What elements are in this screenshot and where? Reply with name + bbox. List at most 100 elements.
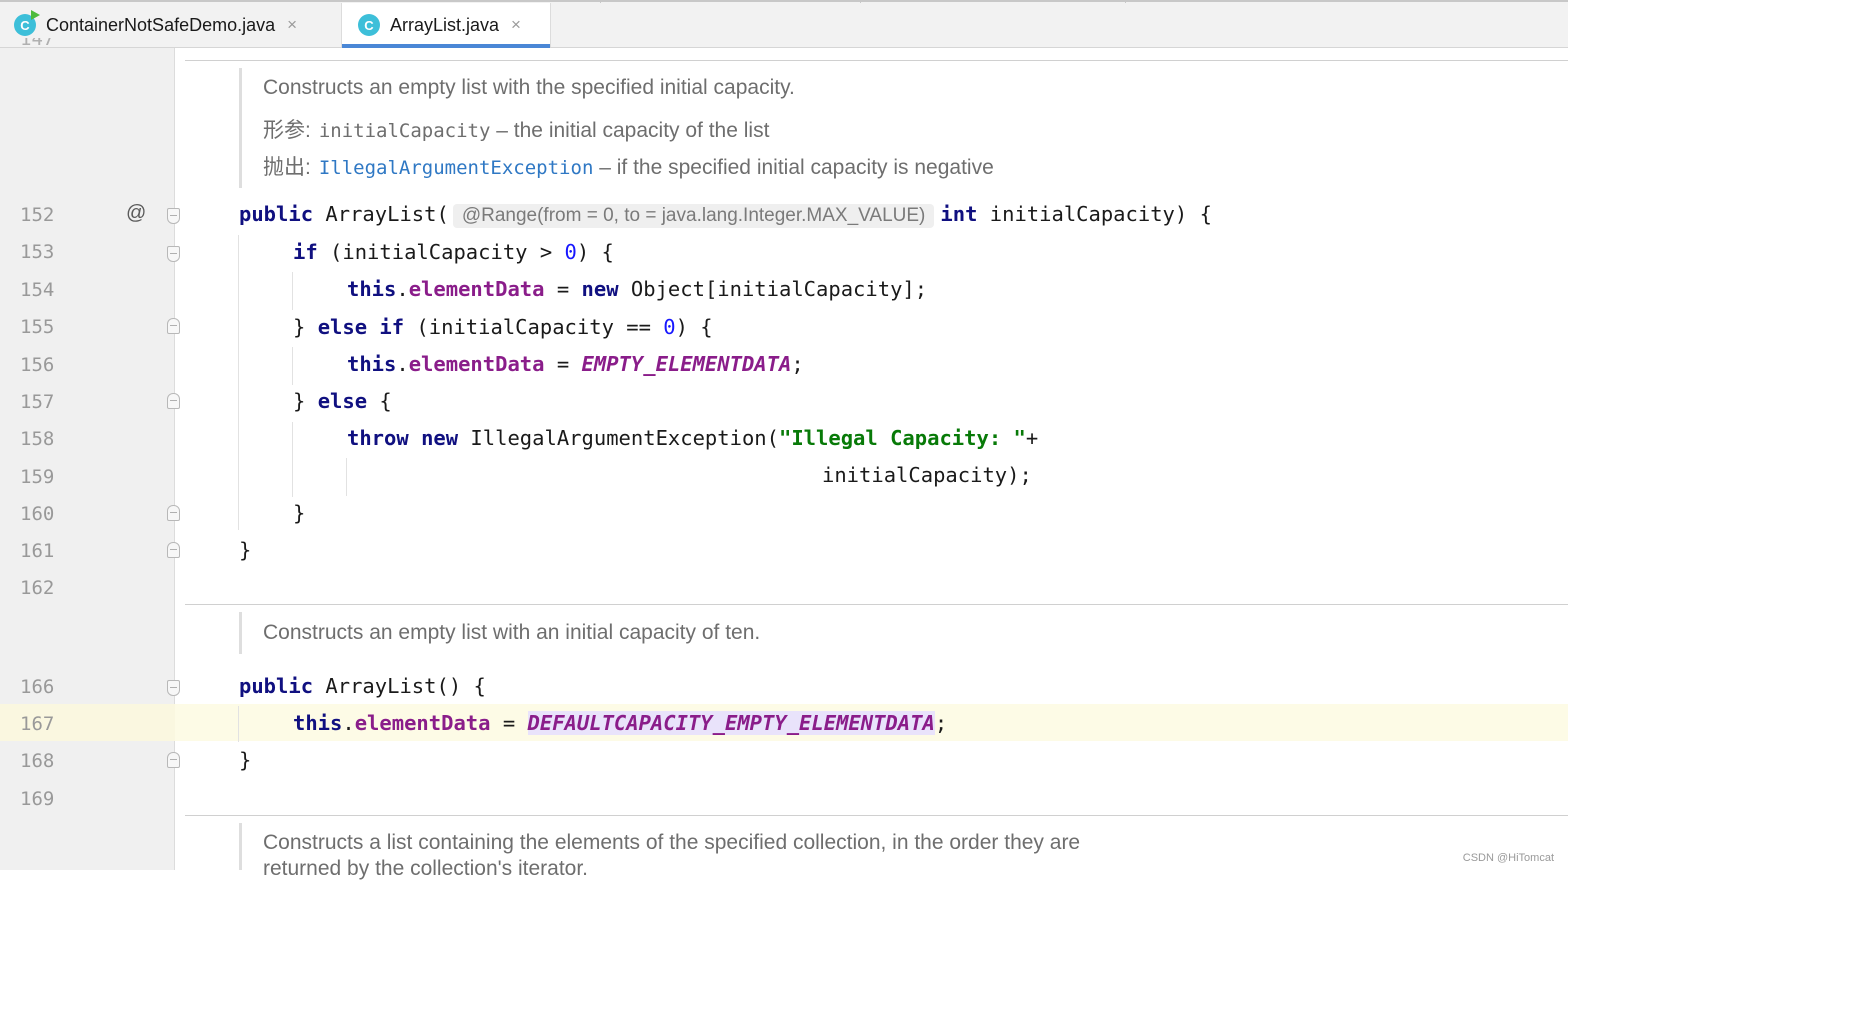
code-text: .	[396, 352, 409, 376]
code-text: }	[239, 538, 252, 562]
keyword: new	[581, 277, 619, 301]
code-line-158[interactable]: throw new IllegalArgumentException("Ille…	[347, 426, 1038, 450]
code-text: }	[293, 315, 318, 339]
code-text: (initialCapacity >	[317, 240, 565, 264]
throws-desc: – if the specified initial capacity is n…	[593, 156, 994, 179]
line-number: 159	[20, 466, 55, 488]
code-line-159[interactable]: initialCapacity);	[822, 463, 1032, 487]
constant-ref: EMPTY_ELEMENTDATA	[581, 352, 792, 376]
fold-end-icon[interactable]	[167, 393, 180, 409]
fold-end-icon[interactable]	[167, 752, 180, 768]
code-text: IllegalArgumentException(	[458, 426, 779, 450]
keyword: this	[347, 352, 397, 376]
editor-tab-bar: C ContainerNotSafeDemo.java × C ArrayLis…	[0, 0, 1568, 48]
code-text: ) {	[576, 240, 614, 264]
fold-start-icon[interactable]	[167, 208, 180, 224]
indent-guide	[346, 458, 347, 496]
code-line-156[interactable]: this.elementData = EMPTY_ELEMENTDATA;	[347, 352, 804, 376]
code-text: ArrayList() {	[313, 674, 486, 698]
number-literal: 0	[663, 315, 676, 339]
top-divider	[1125, 0, 1126, 3]
code-text: Object[initialCapacity];	[618, 277, 928, 301]
doc-bar	[239, 823, 242, 870]
close-icon[interactable]: ×	[511, 15, 521, 35]
string-literal: "Illegal Capacity: "	[779, 426, 1026, 450]
code-text: +	[1025, 426, 1039, 450]
line-number: 162	[20, 577, 55, 599]
code-text: =	[544, 277, 582, 301]
javadoc-summary: Constructs a list containing the element…	[263, 831, 1081, 854]
param-desc: – the initial capacity of the list	[490, 119, 770, 142]
keyword: if	[379, 315, 405, 339]
top-divider	[600, 0, 601, 3]
code-line-157[interactable]: } else {	[293, 389, 392, 413]
code-line-167[interactable]: this.elementData = DEFAULTCAPACITY_EMPTY…	[293, 711, 947, 735]
doc-separator	[185, 604, 1568, 605]
keyword: this	[347, 277, 397, 301]
code-line-160[interactable]: }	[293, 501, 305, 525]
fold-end-icon[interactable]	[167, 542, 180, 558]
exception-link[interactable]: IllegalArgumentException	[319, 157, 594, 179]
keyword: public	[239, 202, 314, 226]
code-line-161[interactable]: }	[239, 538, 251, 562]
tab-arraylist[interactable]: C ArrayList.java ×	[341, 3, 551, 48]
constant-ref-highlighted: DEFAULTCAPACITY_EMPTY_ELEMENTDATA	[527, 711, 935, 735]
tab-label: ArrayList.java	[390, 14, 500, 35]
code-line-166[interactable]: public ArrayList() {	[239, 674, 486, 698]
java-class-icon: C	[358, 14, 380, 36]
doc-bar	[239, 68, 242, 188]
line-number: 168	[20, 750, 55, 772]
javadoc-throws: 抛出: IllegalArgumentException – if the spe…	[263, 151, 994, 181]
keyword: public	[239, 674, 314, 698]
watermark: CSDN @HiTomcat	[1462, 852, 1554, 864]
line-number: 167	[20, 713, 55, 735]
doc-separator	[185, 815, 1568, 816]
code-text: }	[239, 748, 252, 772]
fold-start-icon[interactable]	[167, 246, 180, 262]
javadoc-param: 形参: initialCapacity – the initial capacit…	[263, 114, 769, 144]
code-line-152[interactable]: public ArrayList(@Range(from = 0, to = j…	[239, 202, 1212, 228]
indent-guide	[292, 347, 293, 385]
line-number-gutter	[0, 48, 175, 870]
top-divider	[860, 0, 861, 3]
keyword: int	[940, 202, 978, 226]
code-line-168[interactable]: }	[239, 748, 251, 772]
doc-bar	[239, 612, 242, 654]
javadoc-summary: Constructs an empty list with the specif…	[263, 76, 795, 99]
param-name: initialCapacity	[318, 120, 491, 142]
code-text: ;	[934, 711, 948, 735]
code-line-153[interactable]: if (initialCapacity > 0) {	[293, 240, 614, 264]
line-number: 169	[20, 788, 55, 810]
line-number: 154	[20, 279, 55, 301]
keyword: if	[293, 240, 318, 264]
annotation-at-icon[interactable]: @	[126, 202, 146, 225]
indent-guide	[292, 422, 293, 497]
code-text: ArrayList(	[313, 202, 449, 226]
line-number: 166	[20, 676, 55, 698]
fold-start-icon[interactable]	[167, 680, 180, 696]
line-number: 160	[20, 503, 55, 525]
code-line-155[interactable]: } else if (initialCapacity == 0) {	[293, 315, 713, 339]
line-number-partial: 147	[20, 38, 54, 46]
indent-guide	[238, 235, 239, 530]
fold-end-icon[interactable]	[167, 505, 180, 521]
line-number: 158	[20, 428, 55, 450]
tab-label: ContainerNotSafeDemo.java	[46, 14, 276, 35]
code-line-154[interactable]: this.elementData = new Object[initialCap…	[347, 277, 927, 301]
line-number: 153	[20, 241, 55, 263]
code-text: }	[293, 501, 306, 525]
doc-separator	[185, 60, 1568, 61]
code-text: (initialCapacity ==	[404, 315, 664, 339]
number-literal: 0	[564, 240, 577, 264]
close-icon[interactable]: ×	[287, 15, 297, 35]
fold-end-icon[interactable]	[167, 318, 180, 334]
line-number: 161	[20, 540, 55, 562]
keyword: this	[293, 711, 343, 735]
indent-guide	[238, 706, 239, 742]
code-text: .	[396, 277, 409, 301]
code-text: ) {	[675, 315, 713, 339]
field-ref: elementData	[354, 711, 491, 735]
code-text: }	[293, 389, 318, 413]
code-text: {	[367, 389, 392, 413]
